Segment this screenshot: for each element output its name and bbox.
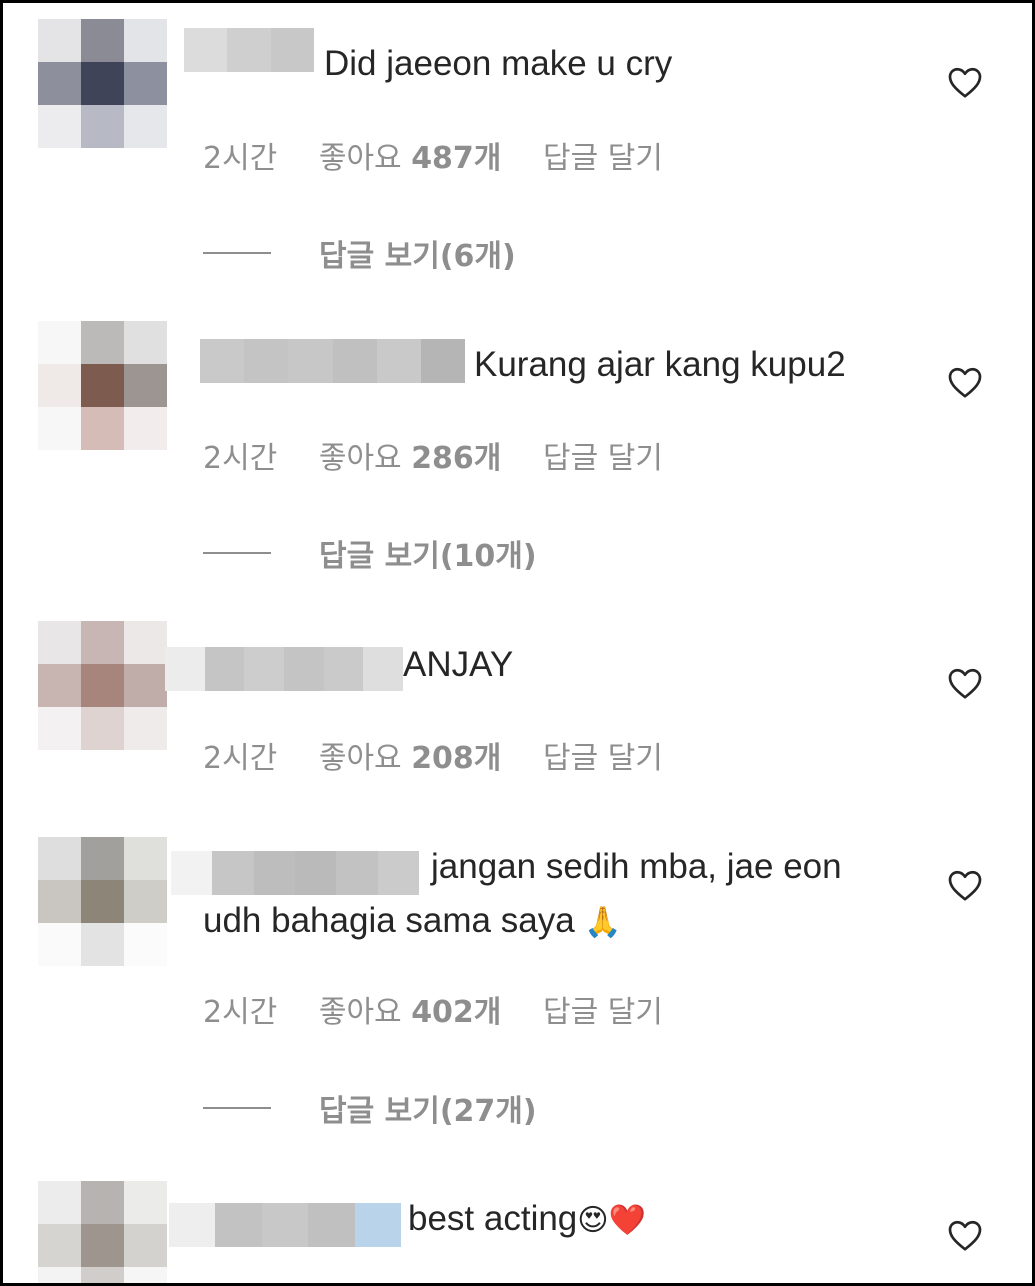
username-redacted[interactable]	[184, 28, 314, 72]
like-count[interactable]: 좋아요 286개	[319, 441, 502, 476]
reply-button[interactable]: 답글 달기	[543, 141, 663, 176]
avatar[interactable]	[38, 621, 167, 750]
username-redacted[interactable]	[169, 1203, 402, 1247]
comment-meta: 2시간 좋아요 402개 답글 달기	[203, 987, 695, 1031]
avatar[interactable]	[38, 19, 167, 148]
username-redacted[interactable]	[171, 851, 419, 895]
reply-button[interactable]: 답글 달기	[543, 741, 663, 776]
heart-icon[interactable]	[947, 65, 983, 99]
avatar[interactable]	[38, 1181, 167, 1283]
heart-icon[interactable]	[947, 666, 983, 700]
username-redacted[interactable]	[200, 339, 466, 383]
heart-eyes-emoji: 😍❤️	[577, 1203, 646, 1238]
view-replies-button[interactable]: 답글 보기(10개)	[203, 531, 537, 575]
comment-time: 2시간	[203, 441, 278, 476]
avatar[interactable]	[38, 321, 167, 450]
comment-text: ANJAY	[403, 645, 514, 684]
like-count[interactable]: 좋아요 402개	[319, 995, 502, 1030]
comment-meta: 2시간 좋아요 487개 답글 달기	[203, 133, 695, 177]
heart-icon[interactable]	[947, 365, 983, 399]
like-count[interactable]: 좋아요 208개	[319, 741, 502, 776]
divider-line	[203, 252, 271, 254]
divider-line	[203, 552, 271, 554]
reply-button[interactable]: 답글 달기	[543, 995, 663, 1030]
comment-text: Did jaeeon make u cry	[324, 44, 673, 83]
username-redacted[interactable]	[165, 647, 404, 691]
comment-text: best acting😍❤️	[408, 1199, 646, 1238]
comment-meta: 2시간 좋아요 286개 답글 달기	[203, 433, 695, 477]
view-replies-button[interactable]: 답글 보기(6개)	[203, 231, 516, 275]
avatar[interactable]	[38, 837, 167, 966]
comment-time: 2시간	[203, 995, 278, 1030]
comment-meta: 2시간 좋아요 208개 답글 달기	[203, 733, 695, 777]
divider-line	[203, 1107, 271, 1109]
comment-text-line2: udh bahagia sama saya 🙏	[203, 901, 622, 940]
view-replies-button[interactable]: 답글 보기(27개)	[203, 1086, 537, 1130]
comment-text: jangan sedih mba, jae eon	[431, 847, 842, 886]
heart-icon[interactable]	[947, 1218, 983, 1252]
comment-text: Kurang ajar kang kupu2	[474, 345, 846, 384]
heart-icon[interactable]	[947, 868, 983, 902]
comment-time: 2시간	[203, 141, 278, 176]
comment-time: 2시간	[203, 741, 278, 776]
like-count[interactable]: 좋아요 487개	[319, 141, 502, 176]
reply-button[interactable]: 답글 달기	[543, 441, 663, 476]
folded-hands-emoji: 🙏	[584, 905, 622, 940]
comment-list: Did jaeeon make u cry 2시간 좋아요 487개 답글 달기…	[0, 0, 1035, 1286]
